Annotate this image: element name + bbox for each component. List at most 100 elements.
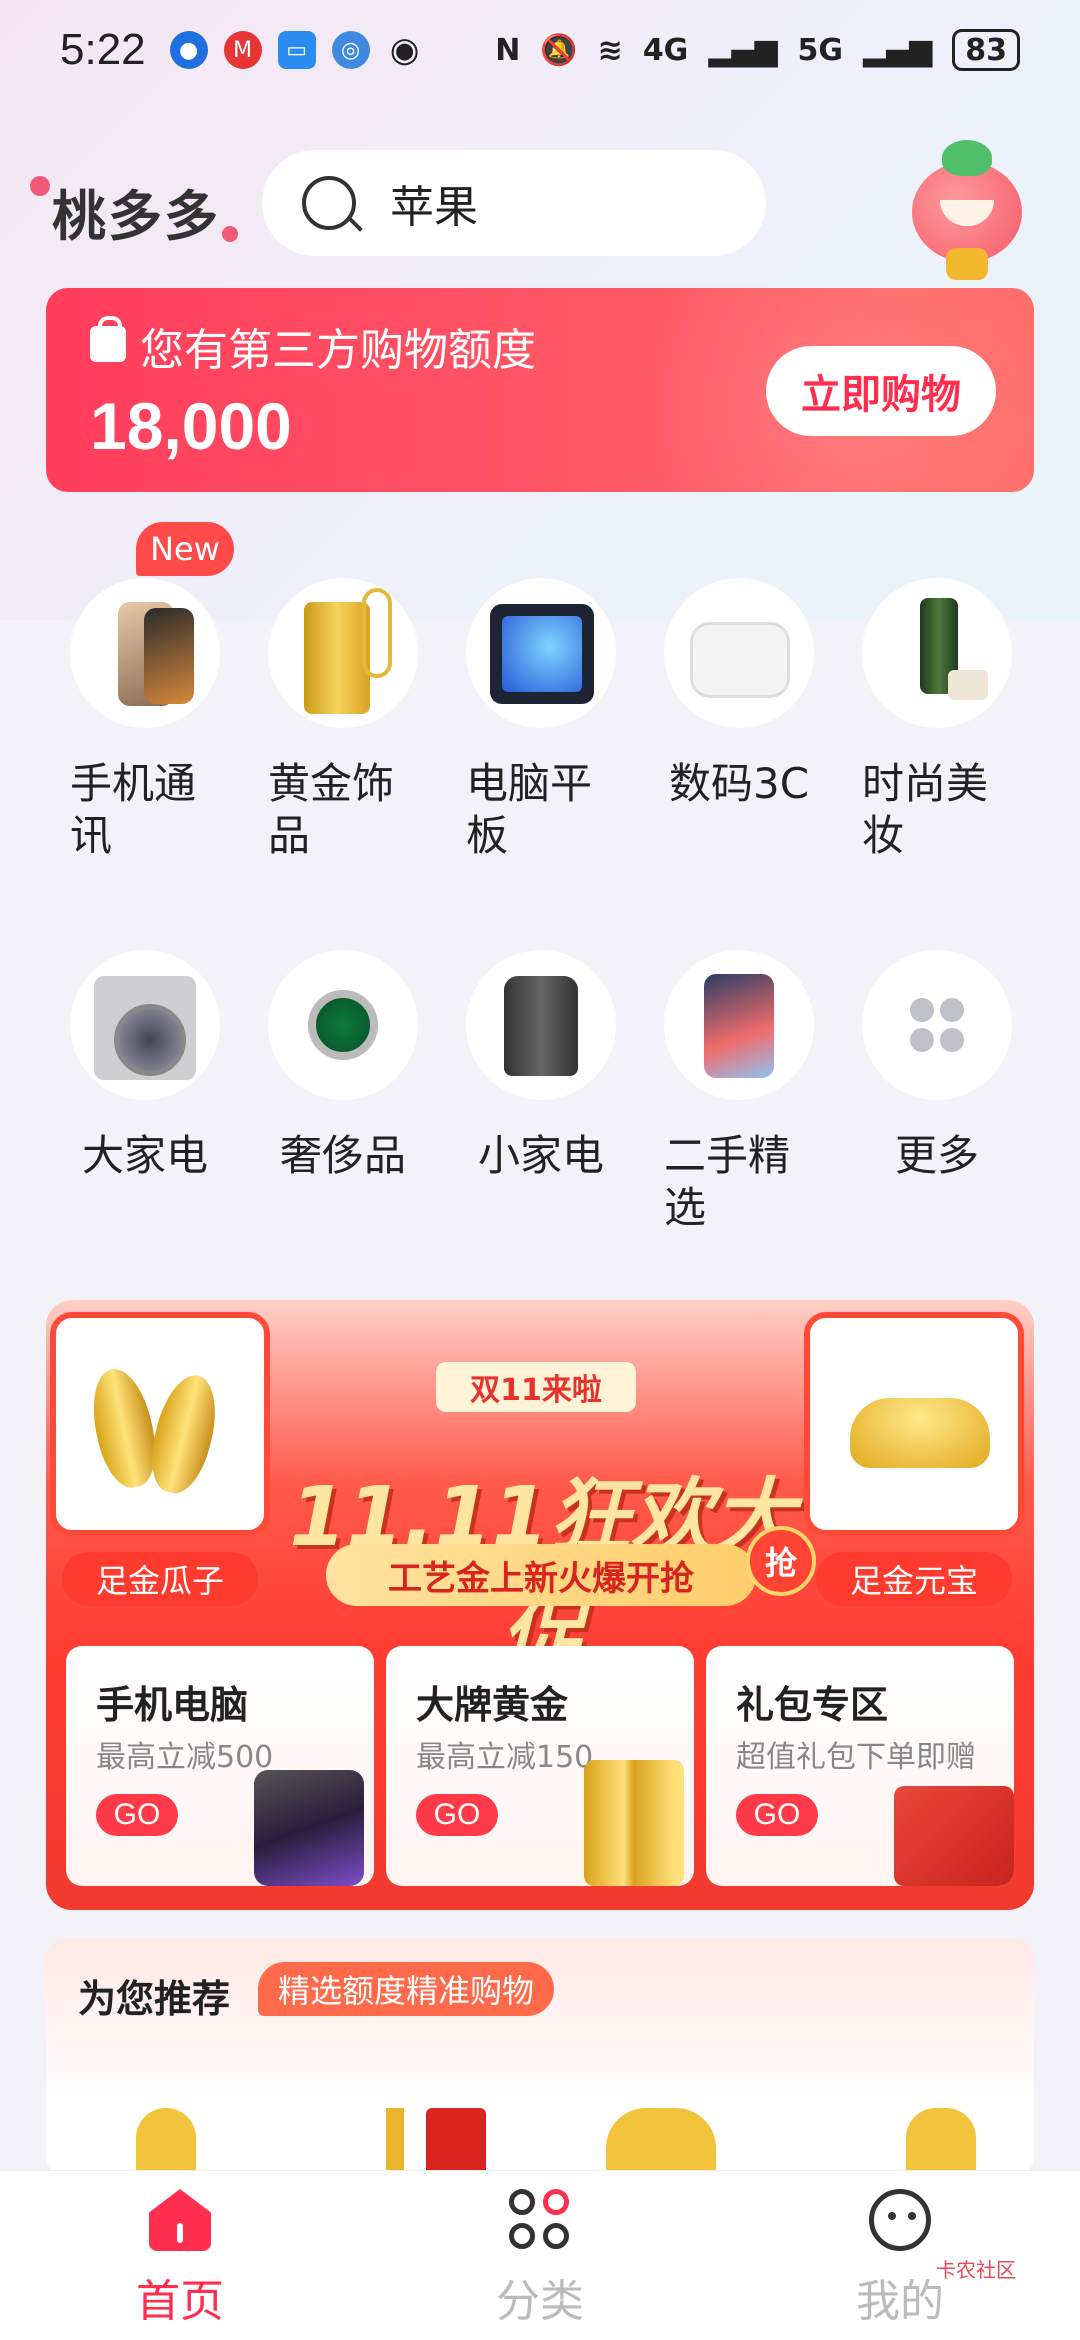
watch-icon [268,950,418,1100]
system-status: N 🔕 ≋ 4G ▂▄▆ 5G ▂▄▆ 83 [495,29,1020,71]
metro-notification-icon: M [223,31,262,69]
status-bar: 5:22 ● M ▭ ◎ ◉ N 🔕 ≋ 4G ▂▄▆ 5G ▂▄▆ 83 [0,0,1080,100]
logo-dot [30,176,50,196]
category-label: 电脑平板 [466,759,593,860]
tablet-icon [466,578,616,728]
search-input[interactable]: 苹果 [390,171,478,235]
recommend-product[interactable] [136,2108,196,2178]
gold-ingot-icon [850,1398,990,1468]
promo-banner[interactable]: 足金瓜子 双11来啦 11.11狂欢大促 工艺金上新火爆开抢 抢 足金元宝 手机… [46,1300,1034,1910]
signal-icon: ▂▄▆ [708,32,778,68]
category-label: 数码3C [668,759,810,808]
category-beauty[interactable]: 时尚美妆 [862,578,1012,862]
message-notification-icon: ▭ [277,31,316,69]
eye-icon: ◉ [389,30,420,70]
promo-card-gold[interactable]: 大牌黄金 最高立减150 GO [386,1646,694,1886]
promo-card-desc: 最高立减500 [96,1740,274,1775]
bottom-tab-bar: 首页 分类 我的 [0,2170,1080,2340]
tab-category[interactable]: 分类 [440,2189,640,2329]
category-label: 奢侈品 [279,1131,406,1180]
category-more[interactable]: 更多 [862,950,1012,1182]
search-icon [302,176,356,230]
category-label: 大家电 [81,1131,208,1180]
category-appliances[interactable]: 大家电 [70,950,220,1182]
category-gold[interactable]: 黄金饰品 [268,578,418,862]
signal-icon: ▂▄▆ [863,32,933,68]
promo-card-title: 手机电脑 [96,1683,249,1727]
promo-subline: 工艺金上新火爆开抢 [326,1544,756,1606]
go-button[interactable]: GO [96,1794,178,1836]
signal-4g-label: 4G [642,32,689,68]
mute-icon: 🔕 [540,32,578,68]
tab-label: 分类 [496,2276,584,2327]
category-label: 黄金饰品 [268,759,395,860]
go-button[interactable]: GO [416,1794,498,1836]
category-label: 手机通讯 [70,759,197,860]
category-label: 小家电 [477,1131,604,1180]
category-second-hand[interactable]: 二手精选 [664,950,814,1234]
grab-button[interactable]: 抢 [746,1526,816,1596]
category-small-appliances[interactable]: 小家电 [466,950,616,1182]
gift-card-icon [894,1786,1014,1886]
go-button[interactable]: GO [736,1794,818,1836]
gold-bar-icon [584,1760,684,1886]
category-grid-icon [509,2189,571,2251]
home-icon [149,2189,211,2251]
iphone-icon [664,950,814,1100]
tab-label: 首页 [136,2276,224,2327]
gold-seed-icon [142,1369,226,1499]
kettle-icon [466,950,616,1100]
promo-card-desc: 最高立减150 [416,1740,594,1775]
cosmetics-icon [862,578,1012,728]
phone-icon [70,578,220,728]
new-badge: New [136,522,234,576]
recommend-product[interactable] [606,2108,716,2178]
mascot-icon[interactable] [912,140,1022,280]
promo-right-label: 足金元宝 [816,1552,1012,1606]
credit-title: 您有第三方购物额度 [140,325,536,376]
battery-indicator: 83 [952,29,1020,71]
category-luxury[interactable]: 奢侈品 [268,950,418,1182]
app-logo: 桃多多 [52,185,220,248]
category-phones[interactable]: 手机通讯 [70,578,220,862]
logo-dot [222,226,238,242]
status-time: 5:22 [60,25,146,74]
promo-top-tag: 双11来啦 [436,1362,636,1412]
gold-bar-icon [268,578,418,728]
app-notification-icon: ● [169,31,208,69]
more-icon [862,950,1012,1100]
promo-card-title: 礼包专区 [736,1683,889,1727]
recommend-product[interactable] [906,2108,976,2178]
washer-icon [70,950,220,1100]
search-bar[interactable]: 苹果 [262,150,766,256]
tab-home[interactable]: 首页 [80,2189,280,2329]
promo-card-title: 大牌黄金 [416,1683,569,1727]
profile-icon [869,2189,931,2251]
browser-notification-icon: ◎ [331,31,370,69]
earbuds-icon [664,578,814,728]
promo-card-desc: 超值礼包下单即赠 [736,1740,976,1775]
notification-icons: ● M ▭ ◎ ◉ [169,30,424,70]
promo-side-card-right[interactable]: 足金元宝 [804,1312,1024,1606]
recommend-tag: 精选额度精准购物 [258,1962,555,2016]
promo-card-gift[interactable]: 礼包专区 超值礼包下单即赠 GO [706,1646,1014,1886]
wifi-icon: ≋ [597,32,623,68]
category-digital[interactable]: 数码3C [664,578,814,810]
credit-amount: 18,000 [90,389,292,463]
nfc-icon: N [495,32,521,68]
category-label: 二手精选 [664,1131,791,1232]
category-label: 时尚美妆 [862,759,989,860]
promo-card-phones[interactable]: 手机电脑 最高立减500 GO [66,1646,374,1886]
watermark: 卡农社区 [936,2258,1016,2282]
recommend-title: 为您推荐 [78,1977,231,2021]
recommend-product[interactable] [386,2108,404,2178]
promo-side-card-left[interactable]: 足金瓜子 [50,1312,270,1606]
shop-now-button[interactable]: 立即购物 [766,346,996,436]
credit-card[interactable]: 您有第三方购物额度 18,000 立即购物 [46,288,1034,492]
category-computers[interactable]: 电脑平板 [466,578,616,862]
promo-left-label: 足金瓜子 [62,1552,258,1606]
shopping-bag-icon [90,316,126,362]
recommend-section: 为您推荐 精选额度精准购物 [46,1938,1034,2178]
recommend-product[interactable] [426,2108,486,2178]
iphone-icon [254,1770,364,1886]
